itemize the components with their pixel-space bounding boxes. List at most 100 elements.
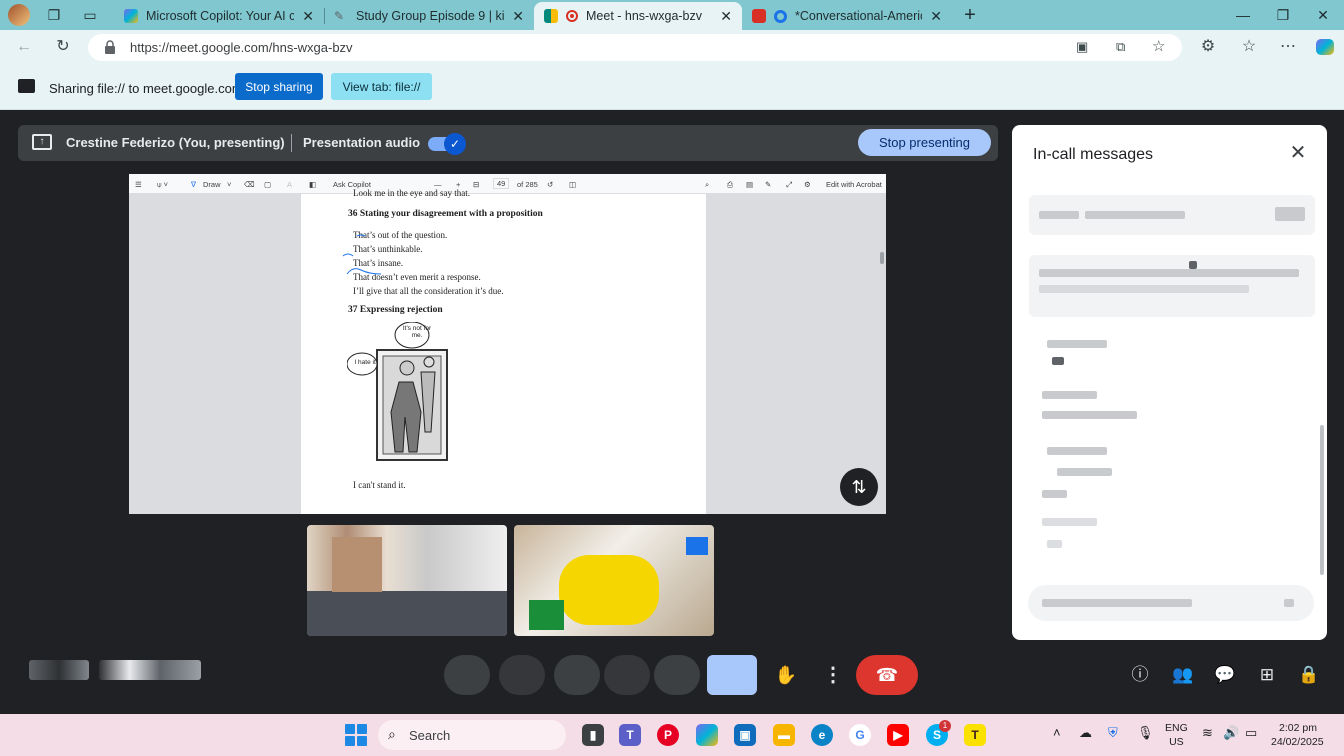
store-icon[interactable]: ▣ bbox=[734, 724, 756, 746]
camera-button[interactable] bbox=[499, 655, 545, 695]
tab-copilot[interactable]: Microsoft Copilot: Your AI compa ✕ bbox=[114, 2, 324, 30]
toc-icon[interactable]: ☰ bbox=[135, 180, 142, 189]
extensions-icon[interactable]: ⚙ bbox=[1196, 36, 1220, 58]
camera-icon[interactable]: ▣ bbox=[1076, 39, 1088, 55]
host-controls-icon[interactable]: 🔒 bbox=[1297, 663, 1321, 687]
eraser-icon[interactable]: ⌫ bbox=[244, 180, 255, 189]
address-bar[interactable]: https://meet.google.com/hns-wxga-bzv ▣ ⧉… bbox=[88, 34, 1182, 61]
search-icon[interactable]: ⌕ bbox=[705, 180, 709, 190]
stop-sharing-button[interactable]: Stop sharing bbox=[235, 73, 323, 100]
more-options-icon[interactable]: ⋮ bbox=[816, 655, 850, 695]
maximize-icon[interactable]: ❐ bbox=[1268, 4, 1298, 26]
draw-icon[interactable]: ∇ bbox=[191, 180, 196, 189]
new-tab-icon[interactable]: + bbox=[961, 5, 979, 25]
close-tab-icon[interactable]: ✕ bbox=[930, 8, 942, 25]
wifi-icon[interactable]: ≋ bbox=[1202, 725, 1213, 741]
youtube-icon[interactable]: ▶ bbox=[887, 724, 909, 746]
pdf-settings-icon[interactable]: ⚙ bbox=[804, 180, 811, 189]
notification-badge: 1 bbox=[939, 720, 951, 732]
copilot-app-icon[interactable] bbox=[696, 724, 718, 746]
close-icon[interactable]: ✕ bbox=[1286, 141, 1310, 165]
activities-icon[interactable]: ⊞ bbox=[1255, 663, 1279, 687]
captions-button[interactable] bbox=[554, 655, 600, 695]
start-icon[interactable] bbox=[345, 724, 367, 746]
chat-info-box bbox=[1029, 255, 1315, 317]
present-button[interactable] bbox=[654, 655, 700, 695]
page-view-icon[interactable]: ◫ bbox=[569, 180, 576, 189]
raise-hand-icon[interactable]: ✋ bbox=[766, 655, 806, 695]
edge-icon[interactable]: e bbox=[811, 724, 833, 746]
pdf-scrollbar[interactable] bbox=[880, 196, 884, 512]
send-icon[interactable] bbox=[1284, 599, 1294, 607]
close-tab-icon[interactable]: ✕ bbox=[720, 8, 732, 25]
draw-button[interactable]: Draw bbox=[203, 180, 221, 189]
back-icon[interactable]: ← bbox=[12, 36, 36, 58]
chevron-down-icon[interactable]: ˅ bbox=[227, 180, 231, 189]
fullscreen-icon[interactable]: ⤢ bbox=[786, 180, 792, 190]
language-indicator[interactable]: ENG US bbox=[1165, 721, 1188, 749]
battery-icon[interactable]: ▭ bbox=[1245, 725, 1257, 741]
chat-scrollbar[interactable] bbox=[1320, 425, 1324, 575]
workspaces-icon[interactable]: ❐ bbox=[45, 6, 63, 24]
page-number-input[interactable]: 49 bbox=[493, 178, 510, 189]
speech-bubble-text: It's not for me. bbox=[402, 325, 432, 339]
edit-with-acrobat-button[interactable]: Edit with Acrobat bbox=[826, 180, 882, 189]
kakaotalk-icon[interactable]: T bbox=[964, 724, 986, 746]
read-aloud-icon[interactable]: A bbox=[287, 180, 292, 189]
tab-pdf[interactable]: *Conversational-American-E ✕ bbox=[742, 2, 952, 30]
scroll-to-top-icon[interactable]: ⇅ bbox=[840, 468, 878, 506]
emoji-button[interactable] bbox=[604, 655, 650, 695]
tab-actions-icon[interactable]: ▭ bbox=[81, 6, 99, 24]
settings-more-icon[interactable]: ⋯ bbox=[1276, 36, 1300, 58]
system-clock[interactable]: 2:02 pm 24/02/2025 bbox=[1271, 721, 1324, 749]
task-view-icon[interactable]: ▮ bbox=[582, 724, 604, 746]
close-window-icon[interactable]: ✕ bbox=[1308, 4, 1338, 26]
chrome-icon[interactable]: G bbox=[849, 724, 871, 746]
microphone-button[interactable] bbox=[444, 655, 490, 695]
send-message-input[interactable] bbox=[1028, 585, 1314, 621]
favorite-star-icon[interactable]: ☆ bbox=[1152, 37, 1165, 55]
refresh-icon[interactable]: ↻ bbox=[51, 36, 75, 58]
present-now-button[interactable] bbox=[707, 655, 757, 695]
fit-page-icon[interactable]: ⊟ bbox=[473, 180, 479, 189]
participant-tile[interactable] bbox=[514, 525, 714, 636]
profile-avatar[interactable] bbox=[8, 4, 30, 26]
chat-icon[interactable]: 💬 bbox=[1213, 663, 1237, 687]
save-as-icon[interactable]: ✎ bbox=[765, 180, 771, 189]
people-icon[interactable]: 👥 bbox=[1171, 663, 1195, 687]
meeting-info-icon[interactable]: ⓘ bbox=[1128, 663, 1152, 687]
favorites-icon[interactable]: ☆ bbox=[1237, 36, 1261, 58]
view-tab-button[interactable]: View tab: file:// bbox=[331, 73, 432, 100]
microphone-icon[interactable]: 🎙 bbox=[1137, 725, 1154, 741]
save-icon[interactable]: ▤ bbox=[746, 180, 753, 189]
chevron-up-icon[interactable]: ˄ bbox=[1053, 725, 1061, 740]
page-total: of 285 bbox=[517, 180, 538, 189]
file-explorer-icon[interactable]: ▬ bbox=[773, 724, 795, 746]
tab-title: *Conversational-American-E bbox=[795, 9, 922, 23]
participant-tile[interactable] bbox=[307, 525, 507, 636]
presentation-audio-toggle[interactable]: ✓ bbox=[428, 133, 466, 155]
security-icon[interactable]: ⛨ bbox=[1108, 725, 1118, 741]
teams-icon[interactable]: T bbox=[619, 724, 641, 746]
pinterest-icon[interactable]: P bbox=[657, 724, 679, 746]
close-tab-icon[interactable]: ✕ bbox=[512, 8, 524, 25]
present-screen-icon: ↑ bbox=[32, 134, 52, 150]
volume-icon[interactable]: 🔊 bbox=[1223, 725, 1239, 741]
app-available-icon[interactable]: ⧉ bbox=[1116, 39, 1125, 55]
onedrive-icon[interactable]: ☁ bbox=[1079, 725, 1092, 741]
windows-taskbar: ⌕ Search ▮ T P ▣ ▬ e G ▶ S 1 T ˄ ☁ ⛨ 🎙 E… bbox=[0, 714, 1344, 756]
tab-kisskh[interactable]: ✎ Study Group Episode 9 | kisskh ✕ bbox=[324, 2, 534, 30]
tab-meet[interactable]: Meet - hns-wxga-bzv ✕ bbox=[534, 2, 742, 30]
close-tab-icon[interactable]: ✕ bbox=[302, 8, 314, 25]
stop-presenting-button[interactable]: Stop presenting bbox=[858, 129, 991, 156]
copilot-small-icon[interactable]: ◧ bbox=[309, 180, 316, 189]
minimize-icon[interactable]: — bbox=[1228, 4, 1258, 26]
rotate-icon[interactable]: ↺ bbox=[547, 180, 553, 189]
taskbar-search[interactable]: ⌕ Search bbox=[378, 720, 566, 750]
leave-call-icon[interactable]: ☎ bbox=[856, 655, 918, 695]
text-box-icon[interactable]: ▢ bbox=[264, 180, 271, 189]
copilot-icon[interactable] bbox=[1313, 36, 1337, 58]
chat-setting-row[interactable] bbox=[1029, 195, 1315, 235]
print-icon[interactable]: ⎙ bbox=[727, 180, 733, 190]
highlight-icon[interactable]: ⍦ ˅ bbox=[157, 180, 168, 190]
